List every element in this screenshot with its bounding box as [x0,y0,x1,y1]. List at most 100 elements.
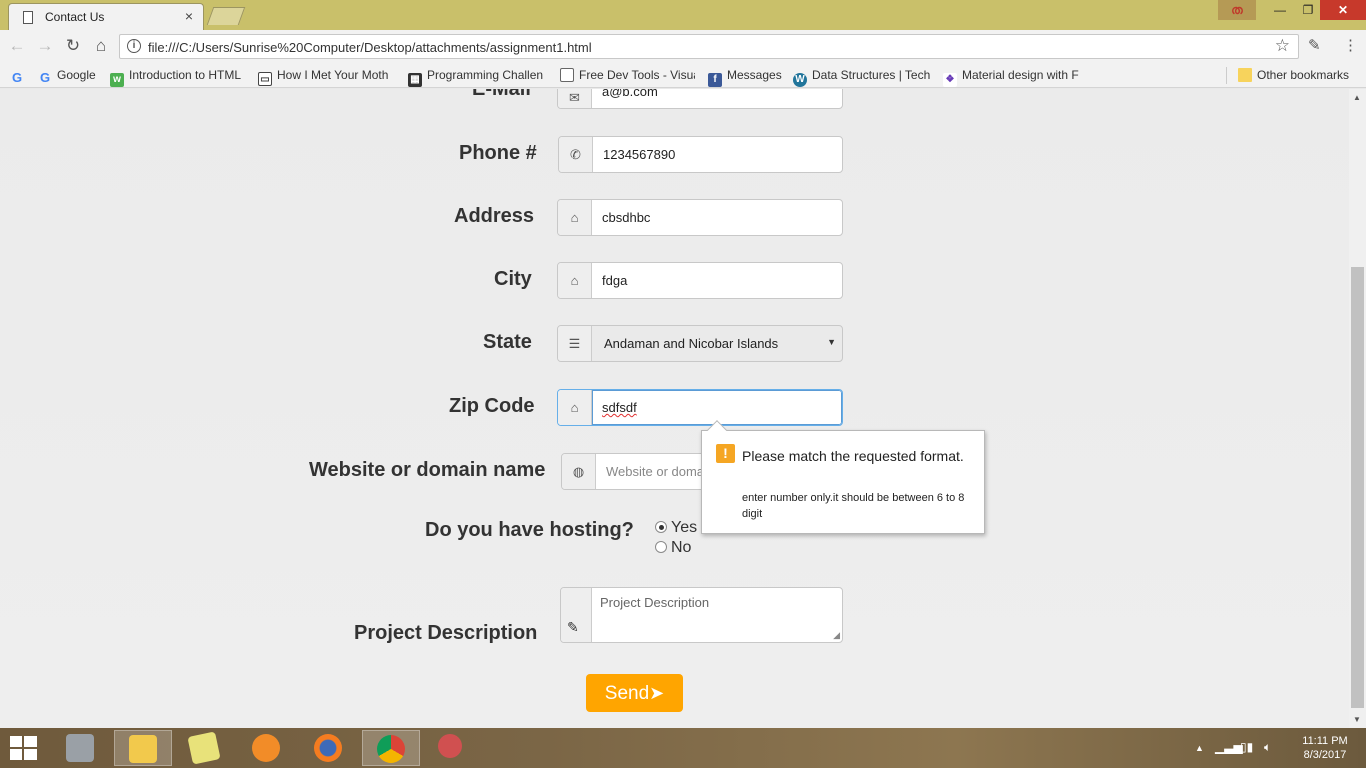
description-label: Project Description [354,622,538,644]
sticky-notes-icon [187,731,221,765]
taskbar-clock[interactable]: 11:11 PM 8/3/2017 [1295,734,1355,762]
hosting-label: Do you have hosting? [425,519,634,541]
file-explorer-button[interactable] [114,730,172,766]
resize-grip-icon[interactable]: ◢ [833,630,840,641]
page-scrollbar[interactable]: ▲ ▼ [1349,89,1366,728]
back-icon[interactable]: ← [6,36,28,56]
scroll-thumb[interactable] [1351,267,1364,708]
start-button[interactable] [0,730,50,766]
clock-date: 8/3/2017 [1303,749,1347,761]
home-icon: ⌂ [558,390,592,425]
phone-label: Phone # [459,142,537,164]
website-label: Website or domain name [309,459,546,481]
bookmark-label: Free Dev Tools - Visua [579,68,695,82]
task-view-icon [66,734,94,762]
chrome-button[interactable] [362,730,420,766]
pencil-icon: ✎ [567,619,579,635]
state-value: Andaman and Nicobar Islands [604,336,779,351]
firefox-icon [314,734,342,762]
description-addon: ✎ [561,588,592,642]
address-bar[interactable]: i file:///C:/Users/Sunrise%20Computer/De… [119,34,1299,59]
bookmark-item[interactable]: ▦ Programming Challen [408,68,545,87]
address-field[interactable]: ⌂ cbsdhbc [557,199,843,236]
w3schools-icon: w [110,73,124,87]
scissors-icon [438,734,462,758]
scroll-up-icon[interactable]: ▲ [1353,93,1361,102]
phone-value: 1234567890 [603,147,676,162]
email-label: E-Mail [472,89,531,100]
uc-browser-icon [252,734,280,762]
zip-field[interactable]: ⌂ sdfsdf [557,389,843,426]
facebook-icon: f [708,73,722,87]
state-select[interactable]: ☰ Andaman and Nicobar Islands ▼ [557,325,843,362]
bookmark-item[interactable]: ▭ How I Met Your Moth [258,68,395,86]
email-field[interactable]: ✉ a@b.com [557,89,843,109]
tv-icon: ▭ [258,72,272,86]
bookmark-item[interactable]: w Introduction to HTML [110,68,241,87]
bookmark-label: Material design with F [962,68,1079,82]
volume-icon[interactable]: 🔈︎ [1264,740,1271,755]
address-value: cbsdhbc [602,210,651,225]
menu-icon[interactable]: ⋮ [1343,36,1358,54]
send-button[interactable]: Send➤ [586,674,683,712]
validation-message: enter number only.it should be between 6… [742,492,965,520]
close-window-button[interactable]: ✕ [1320,0,1366,20]
snipping-tool-button[interactable] [424,730,482,766]
extension-icon[interactable]: ത [1218,0,1256,20]
description-textarea[interactable]: ✎ Project Description ◢ [560,587,843,643]
apps-google-icon[interactable]: G [10,68,29,85]
taskbar: ▲ ▁▃▅ ▯▮ 🔈︎ 11:11 PM 8/3/2017 [0,728,1366,768]
other-bookmarks-label: Other bookmarks [1257,68,1350,82]
grid-icon: ▦ [408,73,422,87]
tab-title: Contact Us [45,10,105,24]
bookmarks-bar: G G Google w Introduction to HTML ▭ How I M… [0,63,1366,88]
description-placeholder: Project Description [600,595,710,610]
reload-icon[interactable]: ↻ [62,36,84,56]
tab-close-icon[interactable]: × [185,8,193,24]
list-icon: ☰ [558,326,592,361]
globe-icon: ◍ [562,454,596,489]
send-label: Send [604,683,650,704]
google-icon: G [39,70,51,85]
bookmark-item[interactable]: Free Dev Tools - Visua [560,68,695,82]
city-label: City [494,268,532,290]
city-value: fdga [602,273,628,288]
scroll-down-icon[interactable]: ▼ [1353,715,1361,724]
info-icon[interactable]: i [127,39,141,53]
forward-icon[interactable]: → [34,36,56,56]
tray-up-icon[interactable]: ▲ [1195,743,1204,753]
new-tab-button[interactable] [206,7,246,25]
bookmark-item[interactable]: f Messages [708,68,782,87]
chrome-icon [377,735,405,763]
browser-tab[interactable]: Contact Us × [8,3,204,30]
battery-icon[interactable]: ▯▮ [1240,740,1253,754]
sticky-notes-button[interactable] [176,730,234,766]
eyedropper-icon[interactable]: ✎ [1308,36,1321,54]
validation-title: Please match the requested format. [742,448,964,464]
city-field[interactable]: ⌂ fdga [557,262,843,299]
windows-icon [10,736,37,760]
page-viewport: E-Mail ✉ a@b.com Phone # ✆ 1234567890 Ad… [0,89,1349,728]
home-icon[interactable]: ⌂ [90,36,112,56]
bookmark-label: Programming Challen [427,68,544,82]
phone-field[interactable]: ✆ 1234567890 [558,136,843,173]
url-text: file:///C:/Users/Sunrise%20Computer/Desk… [148,40,592,55]
bookmark-item[interactable]: G Google [38,68,96,85]
star-icon[interactable]: ☆ [1275,36,1290,56]
state-label: State [483,331,532,353]
radio-unchecked-icon [655,541,667,553]
wordpress-icon: W [793,73,807,87]
hosting-yes-radio[interactable]: Yes [655,519,697,537]
zip-value: sdfsdf [602,400,637,415]
bookmark-item[interactable]: W Data Structures | Tech [793,68,931,87]
signal-icon[interactable]: ▁▃▅ [1215,740,1243,754]
firefox-button[interactable] [300,730,358,766]
other-bookmarks[interactable]: Other bookmarks [1238,68,1349,82]
task-view-button[interactable] [52,730,110,766]
bookmark-label: Introduction to HTML [129,68,242,82]
folder-icon [129,735,157,763]
uc-browser-button[interactable] [238,730,296,766]
page-icon [560,68,574,82]
hosting-no-radio[interactable]: No [655,539,691,557]
bookmark-item[interactable]: ❖ Material design with F [943,68,1081,87]
